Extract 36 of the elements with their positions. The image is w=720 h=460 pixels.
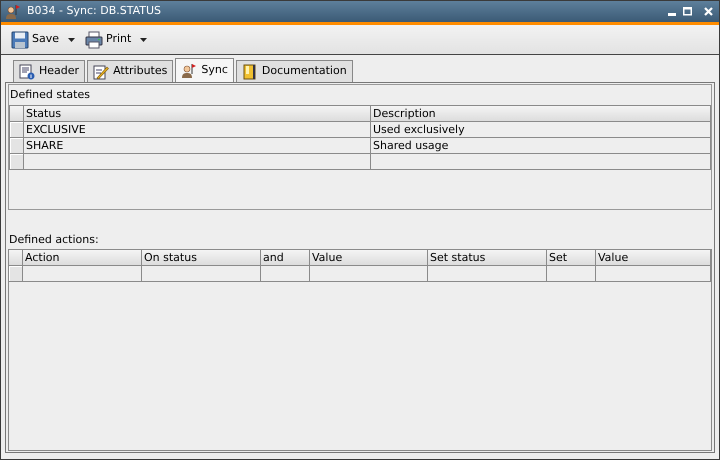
column-header[interactable]: On status — [142, 250, 261, 266]
tab[interactable]: Header — [13, 60, 86, 82]
document-info-icon — [19, 64, 35, 80]
column-header[interactable]: Set — [547, 250, 596, 266]
section-title: Defined actions: — [8, 232, 100, 248]
row-header[interactable] — [10, 138, 24, 154]
book-icon — [242, 64, 258, 80]
row-header[interactable] — [10, 154, 24, 170]
column-header[interactable]: and — [261, 250, 310, 266]
column-header[interactable]: Value — [596, 250, 711, 266]
section-title: Defined states — [9, 87, 91, 103]
table-cell: EXCLUSIVE — [24, 122, 371, 138]
column-header[interactable]: Status — [24, 106, 371, 122]
row-header[interactable] — [10, 122, 24, 138]
table-cell: SHARE — [24, 138, 371, 154]
pencil-document-icon — [93, 64, 110, 80]
tab[interactable]: Attributes — [87, 60, 174, 82]
maximize-icon[interactable] — [683, 7, 692, 16]
column-header[interactable]: Set status — [428, 250, 547, 266]
close-icon[interactable] — [704, 7, 713, 16]
column-header[interactable]: Description — [371, 106, 711, 122]
caret-icon[interactable] — [140, 38, 148, 42]
printer-icon — [85, 30, 104, 48]
caret-icon[interactable] — [68, 38, 76, 42]
toolbar-button[interactable]: Print — [83, 30, 150, 48]
column-header[interactable]: Value — [310, 250, 428, 266]
window-title: B034 - Sync: DB.STATUS — [27, 3, 162, 20]
row-header[interactable] — [9, 266, 23, 282]
table-cell: Used exclusively — [371, 122, 711, 138]
person-flag-icon — [5, 4, 21, 20]
tab[interactable]: Sync — [175, 58, 234, 83]
person-flag-icon — [181, 62, 198, 78]
column-header[interactable]: Action — [23, 250, 142, 266]
toolbar-button[interactable]: Save — [9, 30, 78, 48]
table-cell: Shared usage — [371, 138, 711, 154]
tab[interactable]: Documentation — [236, 60, 353, 82]
